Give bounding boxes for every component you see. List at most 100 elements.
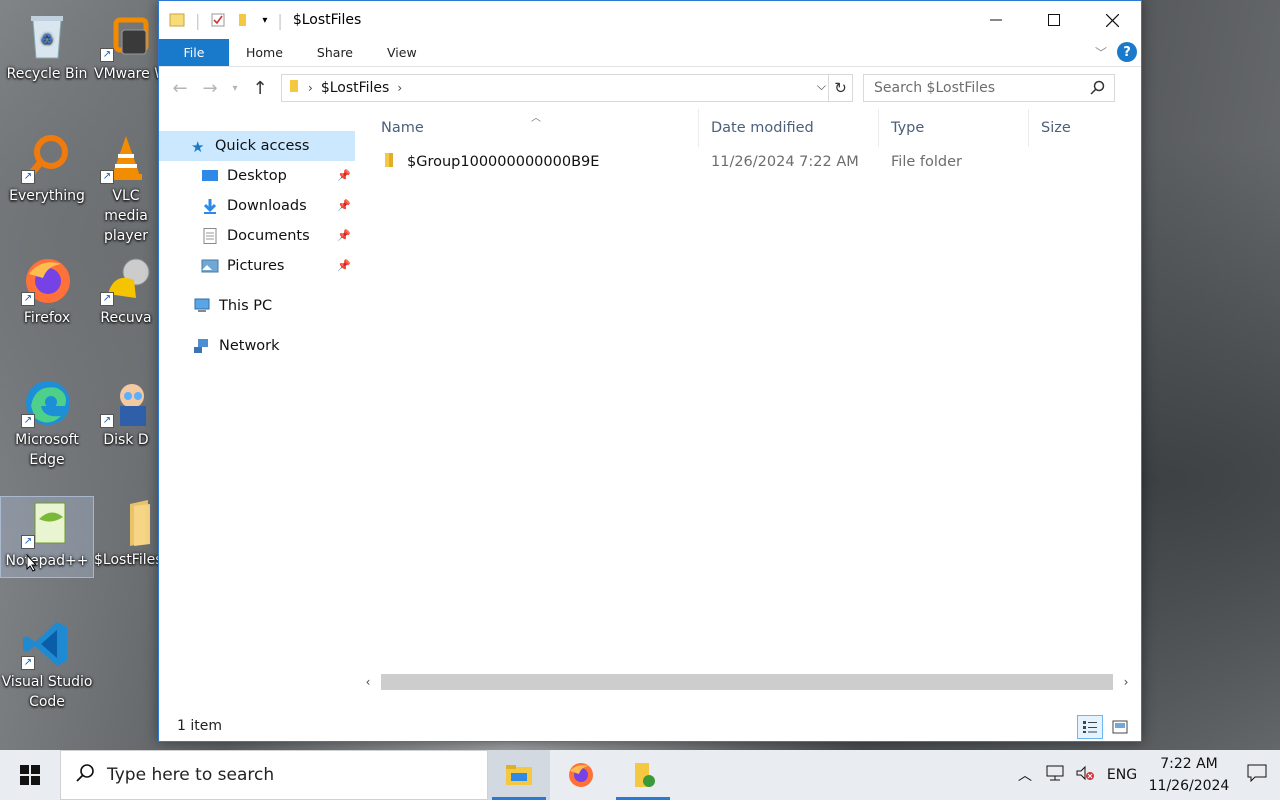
desktop-icon-edge[interactable]: ↗ Microsoft Edge — [0, 376, 94, 470]
breadcrumb-chevron-icon[interactable]: › — [308, 81, 313, 95]
title-bar: | ▾ | $LostFiles — [159, 1, 1141, 39]
desktop-icon-label: $LostFiles — [94, 552, 158, 568]
pictures-icon — [201, 258, 219, 274]
help-icon[interactable]: ? — [1117, 42, 1137, 62]
file-row[interactable]: $Group100000000000B9E 11/26/2024 7:22 AM… — [369, 147, 1141, 177]
nav-pictures[interactable]: Pictures 📌 — [159, 251, 355, 281]
network-icon — [193, 338, 211, 354]
pin-icon[interactable]: 📌 — [337, 199, 351, 212]
clock-time: 7:22 AM — [1160, 756, 1218, 772]
desktop-icon-vmware[interactable]: ↗ VMware Workstation — [94, 10, 158, 84]
scroll-thumb[interactable] — [381, 674, 1113, 690]
taskbar-firefox[interactable] — [550, 750, 612, 800]
svg-text:♻: ♻ — [41, 32, 54, 48]
shortcut-arrow-icon: ↗ — [100, 170, 114, 184]
start-button[interactable] — [0, 750, 60, 800]
desktop-icon-lostfiles[interactable]: $LostFiles — [94, 496, 158, 570]
breadcrumb-chevron-icon[interactable]: › — [397, 81, 402, 95]
large-icons-view-icon[interactable] — [1107, 715, 1133, 739]
customize-qat-dropdown-icon[interactable]: ▾ — [262, 15, 267, 26]
shortcut-arrow-icon: ↗ — [21, 414, 35, 428]
column-header-date[interactable]: Date modified — [699, 109, 879, 147]
disk-drill-icon: ↗ — [100, 376, 152, 428]
expand-ribbon-icon[interactable]: ﹀ — [1095, 44, 1107, 61]
search-icon — [75, 763, 95, 788]
desktop-icon-label: Everything — [9, 188, 85, 204]
details-view-icon[interactable] — [1077, 715, 1103, 739]
language-indicator[interactable]: ENG — [1100, 767, 1144, 783]
desktop-icon-vscode[interactable]: ↗ Visual Studio Code — [0, 618, 94, 712]
separator: | — [277, 10, 283, 30]
refresh-button[interactable]: ↻ — [829, 74, 853, 102]
search-input[interactable]: Search $LostFiles — [863, 74, 1115, 102]
star-icon: ★ — [191, 138, 205, 156]
vlc-cone-icon: ↗ — [100, 132, 152, 184]
file-list-pane: ︿ Name Date modified Type Size $Group100… — [369, 109, 1141, 697]
nav-label: Downloads — [227, 198, 307, 214]
maximize-button[interactable] — [1025, 1, 1083, 39]
network-icon[interactable] — [1040, 765, 1070, 785]
clock-date: 11/26/2024 — [1148, 778, 1230, 794]
nav-documents[interactable]: Documents 📌 — [159, 221, 355, 251]
shortcut-arrow-icon: ↗ — [21, 292, 35, 306]
recent-locations-icon[interactable]: ▾ — [225, 73, 245, 103]
desktop-icon-label: VLC media player — [103, 188, 148, 244]
address-bar[interactable]: › $LostFiles › ⌵ — [281, 74, 829, 102]
taskbar-search-box[interactable]: Type here to search — [60, 750, 488, 800]
nav-label: Quick access — [215, 138, 310, 154]
folder-icon — [169, 12, 185, 28]
column-header-type[interactable]: Type — [879, 109, 1029, 147]
tab-view[interactable]: View — [370, 39, 434, 66]
desktop-icon-label: Firefox — [23, 310, 71, 326]
notification-icon[interactable] — [1234, 764, 1280, 787]
desktop-icon-vlc[interactable]: ↗ VLC media player — [94, 132, 158, 246]
column-header-size[interactable]: Size — [1029, 109, 1129, 147]
new-folder-icon[interactable] — [236, 12, 252, 28]
desktop-icon — [201, 168, 219, 184]
nav-this-pc[interactable]: This PC — [159, 291, 355, 321]
desktop-icon-label: Recuva — [100, 310, 152, 326]
taskbar-file-explorer[interactable] — [488, 750, 550, 800]
scroll-right-icon[interactable]: › — [1117, 675, 1135, 689]
scroll-left-icon[interactable]: ‹ — [359, 675, 377, 689]
tab-share[interactable]: Share — [300, 39, 370, 66]
nav-downloads[interactable]: Downloads 📌 — [159, 191, 355, 221]
address-dropdown-icon[interactable]: ⌵ — [817, 79, 826, 94]
desktop-icon-everything[interactable]: ↗ Everything — [0, 132, 94, 206]
file-date: 11/26/2024 7:22 AM — [711, 154, 859, 170]
desktop-icon-label: Recycle Bin — [6, 66, 88, 82]
nav-label: This PC — [219, 298, 273, 314]
tab-file[interactable]: File — [159, 39, 229, 66]
status-bar: 1 item — [159, 711, 1141, 741]
pin-icon[interactable]: 📌 — [337, 229, 351, 242]
properties-icon[interactable] — [210, 12, 226, 28]
volume-muted-icon[interactable] — [1070, 765, 1100, 785]
tab-home[interactable]: Home — [229, 39, 300, 66]
quick-access-toolbar: | ▾ | — [159, 11, 283, 30]
nav-quick-access[interactable]: ★ Quick access — [159, 131, 355, 161]
close-button[interactable] — [1083, 1, 1141, 39]
taskbar-lostfiles-explorer[interactable] — [612, 750, 674, 800]
minimize-button[interactable] — [967, 1, 1025, 39]
pin-icon[interactable]: 📌 — [337, 169, 351, 182]
window-title: $LostFiles — [292, 12, 362, 28]
clock[interactable]: 7:22 AM 11/26/2024 — [1144, 753, 1234, 797]
horizontal-scrollbar[interactable]: ‹ › — [359, 673, 1135, 691]
desktop-icon-notepadpp[interactable]: ↗ Notepad++ — [0, 496, 94, 578]
up-button[interactable]: ↑ — [245, 73, 275, 103]
breadcrumb-lostfiles[interactable]: $LostFiles — [321, 80, 390, 96]
pin-icon[interactable]: 📌 — [337, 259, 351, 272]
nav-network[interactable]: Network — [159, 331, 355, 361]
download-arrow-icon — [201, 198, 219, 214]
forward-button[interactable]: → — [195, 73, 225, 103]
back-button[interactable]: ← — [165, 73, 195, 103]
desktop-icon-firefox[interactable]: ↗ Firefox — [0, 254, 94, 328]
desktop-icon-disk-d[interactable]: ↗ Disk D — [94, 376, 158, 450]
nav-desktop[interactable]: Desktop 📌 — [159, 161, 355, 191]
vmware-icon: ↗ — [100, 10, 152, 62]
content-area: ★ Quick access Desktop 📌 Downloads 📌 Doc… — [159, 109, 1141, 741]
desktop-icon-recuva[interactable]: ↗ Recuva — [94, 254, 158, 328]
desktop-icon-recycle-bin[interactable]: ♻ Recycle Bin — [0, 10, 94, 84]
chevron-up-icon[interactable]: ︿ — [1010, 765, 1040, 785]
file-explorer-window: | ▾ | $LostFiles File Home Share View ﹀ … — [158, 0, 1142, 742]
